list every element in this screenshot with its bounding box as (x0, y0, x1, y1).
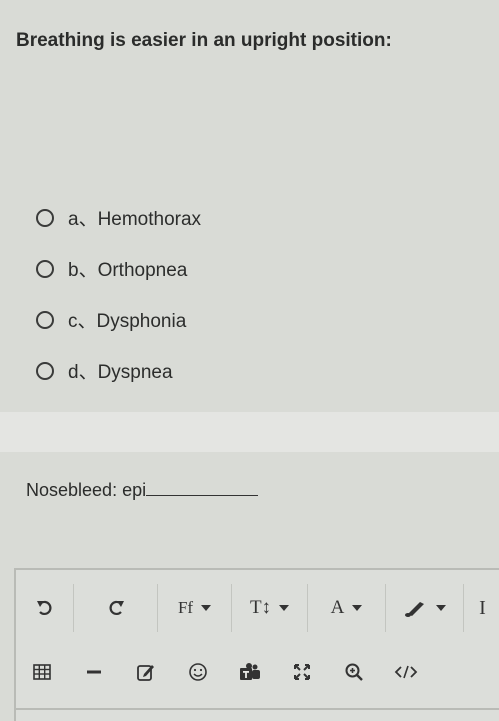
radio-button[interactable] (36, 259, 54, 278)
italic-icon: I (479, 596, 486, 619)
fill-blank-prompt: Nosebleed: epi (26, 480, 147, 500)
option-d[interactable]: d、Dyspnea (36, 345, 201, 396)
rich-text-editor[interactable]: Ff T↕ A I (14, 568, 499, 721)
radio-button[interactable] (36, 361, 54, 380)
fullscreen-button[interactable] (276, 650, 328, 694)
highlight-dropdown[interactable] (386, 584, 464, 632)
horizontal-rule-icon (87, 670, 101, 674)
zoom-button[interactable] (328, 650, 380, 694)
text-color-dropdown[interactable]: A (308, 584, 386, 632)
radio-button[interactable] (36, 310, 54, 329)
option-c[interactable]: c、Dysphonia (36, 294, 201, 345)
blank-line (146, 482, 259, 496)
option-label: c、Dysphonia (68, 311, 187, 332)
font-size-dropdown[interactable]: T↕ (232, 584, 308, 632)
editor-toolbar-top: Ff T↕ A I (16, 584, 499, 632)
chevron-down-icon (435, 605, 446, 611)
question-title: Breathing is easier in an upright positi… (16, 30, 392, 51)
chevron-down-icon (352, 605, 363, 611)
zoom-icon (345, 663, 363, 681)
chevron-down-icon (201, 605, 212, 611)
emoji-button[interactable] (172, 650, 224, 694)
option-b[interactable]: b、Orthopnea (36, 243, 201, 294)
table-icon (33, 664, 51, 680)
table-button[interactable] (16, 650, 68, 694)
italic-button[interactable]: I (464, 584, 499, 632)
undo-button[interactable] (16, 584, 74, 632)
option-label: a、Hemothorax (68, 209, 202, 230)
undo-icon (36, 600, 51, 615)
font-size-icon: T↕ (249, 597, 272, 618)
redo-button[interactable] (74, 584, 158, 632)
font-family-icon: Ff (177, 598, 194, 617)
chevron-down-icon (279, 605, 290, 611)
redo-icon (109, 600, 124, 615)
fill-blank-question: Nosebleed: epi (26, 480, 259, 501)
edit-button[interactable] (120, 650, 172, 694)
option-a[interactable]: a、Hemothorax (36, 192, 201, 243)
editor-bottom-border (14, 708, 499, 710)
teams-button[interactable] (224, 650, 276, 694)
radio-button[interactable] (36, 208, 54, 227)
emoji-icon (189, 663, 207, 681)
highlight-icon (404, 602, 424, 617)
code-icon (394, 665, 418, 679)
option-label: d、Dyspnea (68, 362, 173, 383)
section-divider (0, 412, 499, 452)
text-color-icon: A (330, 597, 345, 618)
teams-icon (240, 663, 260, 680)
edit-icon (137, 665, 154, 681)
fullscreen-icon (294, 664, 310, 680)
code-button[interactable] (380, 650, 432, 694)
editor-toolbar-bottom (16, 650, 499, 694)
option-list: a、Hemothorax b、Orthopnea c、Dysphonia d、D… (36, 192, 201, 396)
font-family-dropdown[interactable]: Ff (158, 584, 232, 632)
horizontal-rule-button[interactable] (68, 650, 120, 694)
option-label: b、Orthopnea (68, 260, 188, 281)
